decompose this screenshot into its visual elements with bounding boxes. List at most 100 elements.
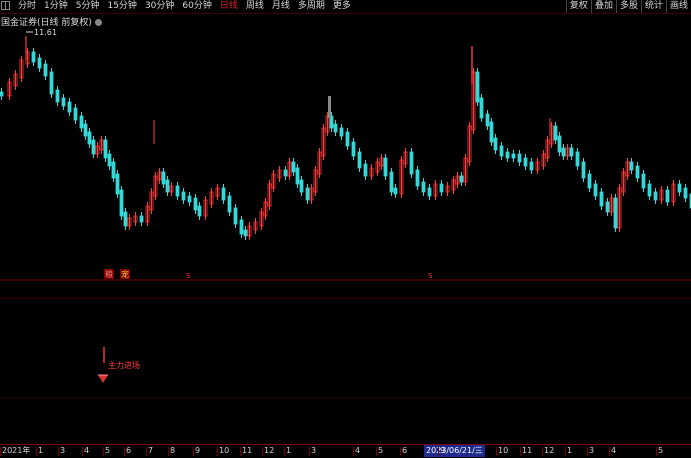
candle-body [351,141,356,157]
candle-body [43,63,48,77]
kline-chart[interactable]: 11.61 粮宠 S S 主力进场 [0,14,691,444]
candle-body [291,161,296,173]
date-tick-label: 3 [58,446,66,456]
date-tick-label: 9 [438,446,446,456]
candle-body [295,167,300,185]
date-tick-label: 8 [168,446,176,456]
tab-0[interactable]: 分时 [14,0,40,13]
date-tick-label: 4 [82,446,90,456]
candle-body [505,151,510,159]
candle-body [87,131,92,145]
candle-body [415,169,420,187]
toolbar-button-0[interactable]: 复权 [565,0,591,13]
candle-body [629,161,634,171]
candle-body [123,211,128,227]
date-tick-label: 9 [193,446,201,456]
candle-body [73,107,78,121]
candle-body [107,153,112,167]
candle-body [665,189,670,203]
candle-body [475,71,480,103]
candle-body [439,183,444,193]
candle-body [91,139,96,155]
right-toolbar-buttons: 复权 叠加 多股 统计 画线 [565,0,691,13]
candle-body [227,195,232,213]
tab-5[interactable]: 60分钟 [178,0,215,13]
toolbar-button-2[interactable]: 多股 [615,0,641,13]
candle-body [489,121,494,143]
candle-body [393,187,398,195]
diamond-icon [98,375,108,383]
candle-body [103,139,108,159]
candle-gray [328,96,331,118]
candle-body [339,127,344,137]
candle-body [345,131,350,147]
tab-1[interactable]: 1分钟 [40,0,72,13]
date-tick-label: 11 [240,446,253,456]
date-axis: 2021年 1 3 4 5 6 7 8 9 10 11 12 1 3 4 5 6 2023/06/21/三 9 10 1… [0,444,691,458]
tab-4[interactable]: 30分钟 [141,0,178,13]
candle-body [409,151,414,175]
candle-body [647,183,652,197]
tab-9[interactable]: 多周期 [294,0,329,13]
candle-body [641,173,646,189]
date-tick-label: 11 [520,446,533,456]
date-tick-label: 12 [542,446,555,456]
toolbar-button-1[interactable]: 叠加 [590,0,616,13]
tab-8[interactable]: 月线 [268,0,294,13]
signal-tag-2: 宠 [121,269,129,279]
candle-body [299,179,304,193]
candle-body [305,187,310,201]
tab-2[interactable]: 5分钟 [72,0,104,13]
candle-body [511,153,516,159]
date-tick-label: 6 [400,446,408,456]
candle-body [389,171,394,193]
date-tick-label: 7 [146,446,154,456]
candle-body [529,161,534,171]
candle-body [569,147,574,157]
date-tick-label: 10 [217,446,230,456]
candle-body [363,163,368,177]
candle-body [653,191,658,201]
max-price-label: 11.61 [34,28,57,37]
date-tick-label: 6 [124,446,132,456]
candle-body [115,173,120,195]
candle-body [119,189,124,217]
candle-body [677,183,682,193]
candle-body [557,135,562,153]
sell-marker: S [428,272,433,280]
candle-body [243,229,248,237]
candle-body [581,161,586,179]
period-toolbar: 分时 1分钟 5分钟 15分钟 30分钟 60分钟 日线 周线 月线 多周期 更多 复权 叠加 多股 统计… [0,0,691,14]
tab-7[interactable]: 周线 [242,0,268,13]
toolbar-button-4[interactable]: 画线 [665,0,691,13]
candle-body [553,125,558,141]
date-cursor-label: 2023/06/21/三 [424,445,485,457]
date-tick-label: 4 [353,446,361,456]
date-tick-label: 3 [587,446,595,456]
tab-3[interactable]: 15分钟 [103,0,140,13]
toolbar-button-3[interactable]: 统计 [640,0,666,13]
candle-body [587,173,592,189]
menu-icon[interactable] [1,1,10,10]
candle-body [197,205,202,217]
tab-10[interactable]: 更多 [329,0,355,13]
date-tick-label: 5 [103,446,111,456]
date-tick-label: 1 [565,446,573,456]
candle-body [427,187,432,197]
candle-body [357,151,362,169]
date-tick-label: 3 [309,446,317,456]
candle-body [49,71,54,95]
tab-6[interactable]: 日线 [216,0,242,13]
candle-body [175,185,180,197]
sell-marker: S [186,272,191,280]
candle-body [283,169,288,177]
candle-body [333,123,338,133]
candle-body [561,147,566,157]
candle-body [221,187,226,201]
date-tick-label: 4 [609,446,617,456]
candle-body [523,157,528,167]
candle-body [485,113,490,127]
candle-body [605,201,610,213]
candle-body [37,57,42,69]
date-tick-label: 10 [496,446,509,456]
